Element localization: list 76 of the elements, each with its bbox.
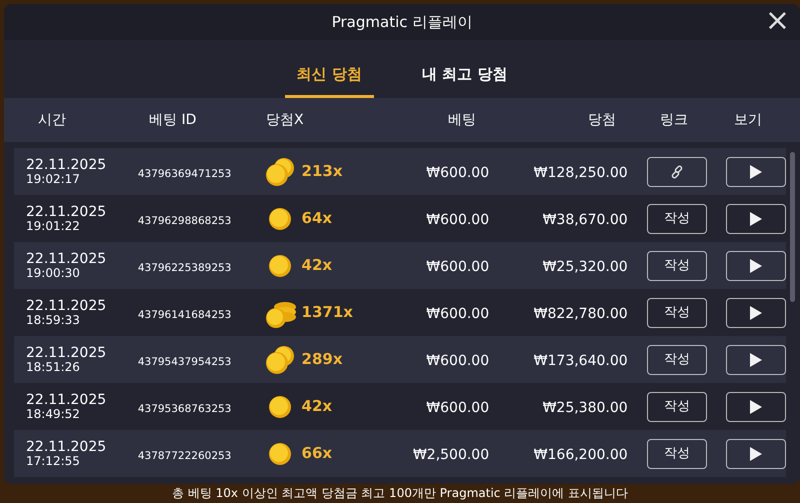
date-text: 22.11.2025	[26, 440, 108, 454]
link-icon	[670, 164, 684, 178]
play-icon	[749, 212, 764, 226]
create-link-button[interactable]: 작성	[646, 344, 707, 374]
win-amount: ₩166,200.00	[534, 446, 628, 462]
play-icon	[749, 352, 764, 366]
bet-amount: ₩2,500.00	[412, 446, 490, 462]
play-button[interactable]	[726, 344, 786, 374]
play-button[interactable]	[726, 204, 786, 234]
create-link-button[interactable]: 작성	[646, 204, 707, 234]
bet-amount: ₩600.00	[426, 212, 490, 228]
play-button[interactable]	[726, 438, 786, 468]
date-text: 22.11.2025	[26, 204, 108, 220]
bet-id: 43796298868253	[138, 214, 232, 226]
bet-id: 43796225389253	[138, 262, 232, 274]
multiplier-text: 64x	[302, 208, 332, 230]
time-text: 19:01:22	[26, 220, 81, 232]
window-title: Pragmatic 리플레이	[332, 12, 472, 33]
multiplier-text: 42x	[302, 396, 332, 418]
win-amount: ₩173,640.00	[534, 352, 628, 368]
time-text: 18:49:52	[26, 408, 81, 420]
time-text: 18:59:33	[26, 314, 81, 326]
bet-id: 43795368763253	[138, 402, 232, 414]
bet-amount: ₩600.00	[426, 258, 490, 274]
play-icon	[749, 258, 764, 272]
multiplier-text: 42x	[302, 255, 332, 276]
scrollbar[interactable]	[790, 152, 795, 302]
create-link-button[interactable]: 작성	[646, 392, 707, 422]
column-header: 보기	[733, 110, 762, 130]
play-button[interactable]	[726, 392, 786, 422]
win-amount: ₩25,380.00	[542, 400, 628, 416]
footer-note: 총 베팅 10x 이상인 최고액 당첨금 최고 100개만 Pragmatic 리플레이에 표시됩니다	[170, 486, 630, 501]
time-text: 19:02:17	[26, 172, 81, 186]
play-button[interactable]	[726, 156, 786, 186]
bet-amount: ₩600.00	[426, 352, 490, 368]
date-text: 22.11.2025	[26, 298, 108, 314]
column-header: 베팅	[447, 110, 476, 130]
bet-id: 43796141684253	[138, 308, 232, 320]
time-text: 18:51:26	[26, 360, 81, 374]
play-icon	[749, 400, 764, 414]
create-link-button[interactable]: 작성	[646, 298, 707, 328]
time-text: 17:12:55	[26, 454, 81, 468]
win-amount: ₩822,780.00	[534, 306, 628, 322]
date-text: 22.11.2025	[26, 252, 108, 266]
bet-id: 43796369471253	[138, 168, 232, 180]
play-button[interactable]	[726, 298, 786, 328]
create-link-button[interactable]: 작성	[646, 250, 707, 280]
win-amount: ₩128,250.00	[534, 164, 628, 180]
bet-amount: ₩600.00	[426, 306, 490, 322]
multiplier-text: 66x	[302, 443, 332, 464]
multiplier-text: 289x	[302, 349, 343, 370]
column-header: 당첨	[587, 110, 616, 130]
column-header: 링크	[659, 110, 688, 130]
time-text: 19:00:30	[26, 266, 81, 280]
bet-amount: ₩600.00	[426, 400, 490, 416]
play-icon	[749, 164, 764, 178]
date-text: 22.11.2025	[26, 392, 108, 408]
close-button[interactable]: ×	[762, 6, 792, 36]
link-button[interactable]	[646, 156, 707, 186]
play-icon	[749, 446, 764, 460]
bet-id: 43795437954253	[138, 356, 232, 368]
column-header: 베팅 ID	[149, 110, 198, 130]
bet-amount: ₩600.00	[426, 164, 490, 180]
tab[interactable]: 내 최고 당첨	[410, 40, 520, 98]
play-button[interactable]	[726, 250, 786, 280]
multiplier-text: 213x	[302, 161, 343, 182]
column-header: 시간	[37, 110, 67, 130]
create-link-button[interactable]: 작성	[646, 438, 707, 468]
win-amount: ₩38,670.00	[542, 212, 628, 228]
multiplier-text: 1371x	[302, 302, 353, 324]
bet-id: 43787722260253	[138, 450, 232, 462]
column-header: 당첨X	[266, 110, 305, 130]
play-icon	[749, 306, 764, 320]
win-amount: ₩25,320.00	[542, 258, 628, 274]
date-text: 22.11.2025	[26, 158, 108, 172]
date-text: 22.11.2025	[26, 346, 108, 360]
